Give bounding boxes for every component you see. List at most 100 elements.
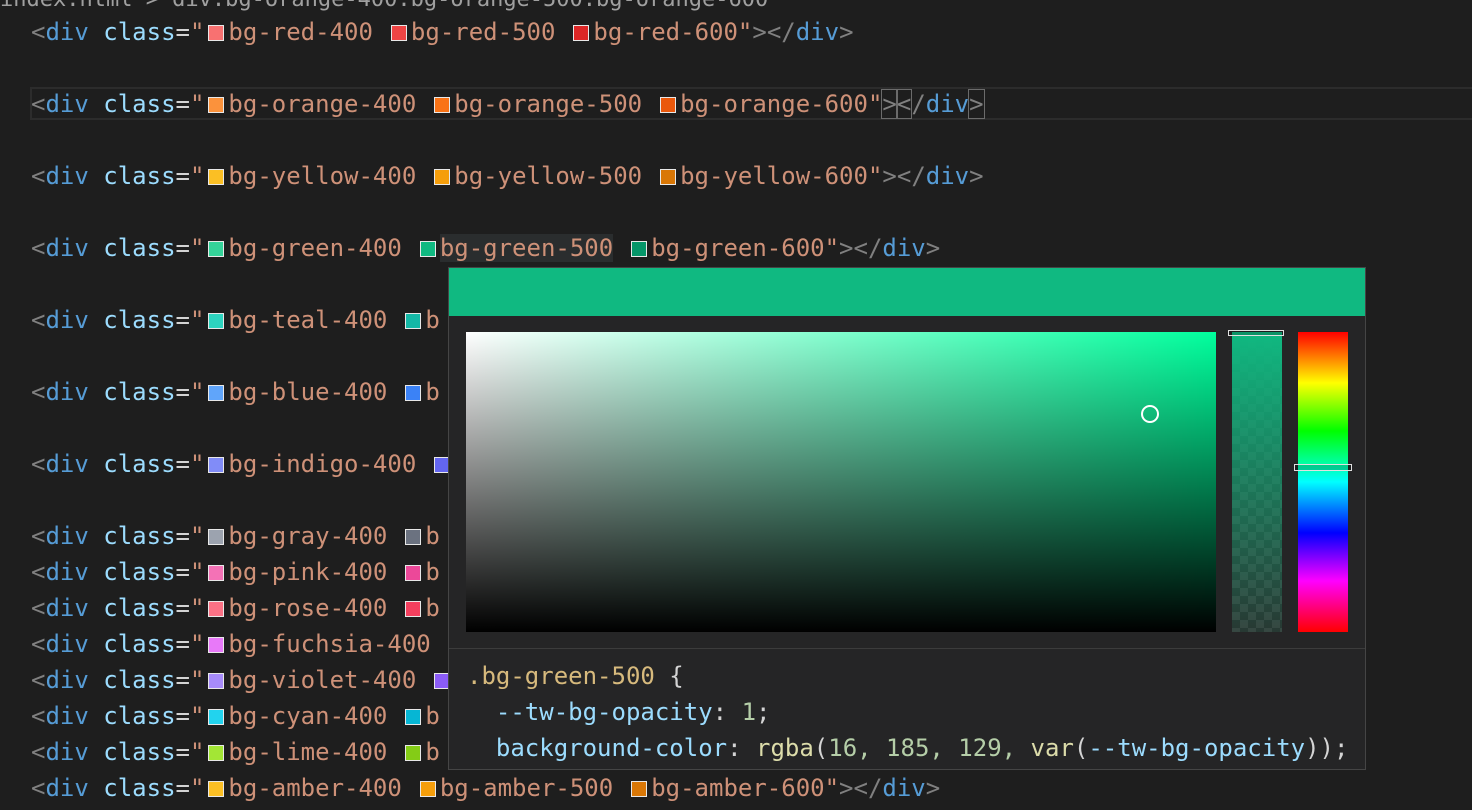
code-line[interactable]: <div class=" bg-indigo-400 <box>31 446 454 482</box>
class-name: bg-orange-400 <box>228 90 417 118</box>
quote: " <box>189 378 205 406</box>
hue-strip[interactable] <box>1294 332 1352 632</box>
equals: = <box>175 630 190 658</box>
color-swatch[interactable] <box>390 25 407 41</box>
color-swatch[interactable] <box>405 529 422 545</box>
class-name: bg-gray-400 <box>228 522 388 550</box>
color-swatch[interactable] <box>419 241 436 257</box>
color-swatch[interactable] <box>208 241 225 257</box>
tag-slash: / <box>867 234 883 262</box>
color-swatch[interactable] <box>631 241 648 257</box>
class-name: bg-orange-600 <box>680 90 868 118</box>
color-swatch[interactable] <box>434 97 451 113</box>
opacity-slider-handle[interactable] <box>1228 330 1284 336</box>
code-line[interactable]: <div class=" bg-green-400 bg-green-500 bg-g… <box>31 230 940 266</box>
color-preview-header[interactable] <box>449 268 1365 316</box>
code-line[interactable]: <div class=" bg-violet-400 <box>31 662 454 698</box>
color-swatch[interactable] <box>631 781 648 797</box>
class-name: bg-fuchsia-400 <box>228 630 431 658</box>
class-name: bg-rose-400 <box>228 594 388 622</box>
tag-bracket: < <box>895 89 913 119</box>
color-swatch[interactable] <box>405 565 422 581</box>
color-swatch[interactable] <box>208 385 225 401</box>
opacity-strip[interactable] <box>1228 330 1284 632</box>
color-swatch[interactable] <box>208 25 225 41</box>
tag-bracket: > <box>839 774 854 802</box>
color-swatch[interactable] <box>208 673 225 689</box>
saturation-box[interactable] <box>466 332 1216 632</box>
color-swatch[interactable] <box>419 781 436 797</box>
code-line[interactable]: <div class=" bg-gray-400 b <box>31 518 440 554</box>
code-line[interactable]: <div class=" bg-lime-400 b <box>31 734 440 770</box>
class-name: b <box>425 558 440 586</box>
code-line[interactable]: <div class=" bg-pink-400 b <box>31 554 440 590</box>
css-tail: )); <box>1305 734 1349 762</box>
attr-name: class <box>103 774 176 802</box>
color-swatch[interactable] <box>434 169 451 185</box>
attr-name: class <box>103 378 176 406</box>
class-name: b <box>425 306 440 334</box>
color-swatch[interactable] <box>660 169 677 185</box>
color-swatch[interactable] <box>208 709 225 725</box>
color-swatch[interactable] <box>660 97 677 113</box>
color-swatch[interactable] <box>208 781 225 797</box>
code-line[interactable]: <div class=" bg-amber-400 bg-amber-500 bg-a… <box>31 770 940 806</box>
class-name: bg-yellow-400 <box>228 162 417 190</box>
color-swatch[interactable] <box>405 313 422 329</box>
equals: = <box>175 666 190 694</box>
color-swatch[interactable] <box>405 385 422 401</box>
css-prop-bgcolor: background-color <box>495 734 728 762</box>
code-line[interactable]: <div class=" bg-blue-400 b <box>31 374 440 410</box>
color-swatch[interactable] <box>208 745 225 761</box>
color-swatch[interactable] <box>405 709 422 725</box>
breadcrumb[interactable]: index.html > div.bg-orange-400.bg-orange… <box>0 0 768 12</box>
hue-slider-handle[interactable] <box>1294 464 1352 471</box>
tag-bracket: < <box>31 306 46 334</box>
color-swatch[interactable] <box>208 637 225 653</box>
code-line[interactable]: <div class=" bg-teal-400 b <box>31 302 440 338</box>
tag-name: div <box>882 774 926 802</box>
color-swatch[interactable] <box>208 313 225 329</box>
tag-bracket: > <box>925 774 941 802</box>
code-line[interactable]: <div class=" bg-rose-400 b <box>31 590 440 626</box>
color-picker-popup[interactable]: .bg-green-500 { --tw-bg-opacity: 1; back… <box>448 267 1366 770</box>
code-editor[interactable]: index.html > div.bg-orange-400.bg-orange… <box>0 0 1472 810</box>
attr-name: class <box>103 306 176 334</box>
color-swatch[interactable] <box>573 25 590 41</box>
equals: = <box>175 702 190 730</box>
quote: " <box>189 702 205 730</box>
class-name: bg-yellow-600 <box>680 162 868 190</box>
code-line[interactable]: <div class=" bg-cyan-400 b <box>31 698 440 734</box>
saturation-handle[interactable] <box>1141 405 1159 423</box>
class-name: bg-amber-400 <box>228 774 402 802</box>
quote: " <box>189 450 205 478</box>
color-swatch[interactable] <box>405 601 422 617</box>
attr-name: class <box>103 522 176 550</box>
color-swatch[interactable] <box>208 97 225 113</box>
code-line[interactable]: <div class=" bg-red-400 bg-red-500 bg-red-6… <box>31 14 854 50</box>
css-colon: : <box>712 698 728 726</box>
color-swatch[interactable] <box>208 457 225 473</box>
css-selector: .bg-green-500 <box>467 662 655 690</box>
color-swatch[interactable] <box>208 169 225 185</box>
code-line[interactable]: <div class=" bg-fuchsia-400 <box>31 626 431 662</box>
class-name: bg-amber-500 <box>439 774 614 802</box>
quote: " <box>824 234 840 262</box>
tag-bracket: < <box>31 450 46 478</box>
quote: " <box>867 162 883 190</box>
color-swatch[interactable] <box>208 565 225 581</box>
tag-name: div <box>45 558 89 586</box>
class-name: bg-violet-400 <box>228 666 417 694</box>
color-swatch[interactable] <box>208 529 225 545</box>
color-swatch[interactable] <box>405 745 422 761</box>
equals: = <box>175 162 190 190</box>
color-swatch[interactable] <box>208 601 225 617</box>
code-line[interactable]: <div class=" bg-orange-400 bg-orange-500 bg… <box>31 86 985 122</box>
code-line[interactable]: <div class=" bg-yellow-400 bg-yellow-500 bg… <box>31 158 984 194</box>
tag-name: div <box>45 594 89 622</box>
